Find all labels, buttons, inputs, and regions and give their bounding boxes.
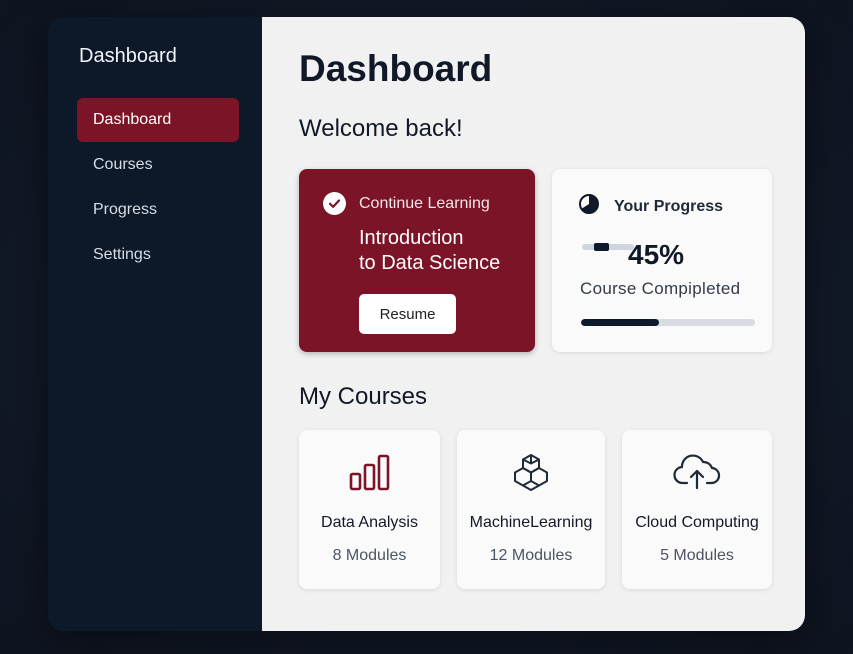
my-courses-heading: My Courses <box>299 383 428 410</box>
check-circle-icon <box>323 192 346 215</box>
progress-bar-fill <box>581 319 660 326</box>
sidebar-nav: Dashboard Courses Progress Settings <box>48 98 262 277</box>
course-card-data-analysis[interactable]: Data Analysis 8 Modules <box>299 430 440 589</box>
course-card-machine-learning[interactable]: MachineLearning 12 Modules <box>457 430 605 589</box>
progress-card: Your Progress 45% Course Compipleted <box>552 169 772 352</box>
sidebar-item-dashboard[interactable]: Dashboard <box>77 98 239 142</box>
resume-button[interactable]: Resume <box>359 294 456 334</box>
progress-subtitle: Course Compipleted <box>580 279 741 298</box>
course-modules: 12 Modules <box>489 547 573 564</box>
continue-learning-label: Continue Learning <box>359 194 490 212</box>
main-content: Dashboard Welcome back! Continue Learnin… <box>262 17 805 631</box>
mini-progress-fill <box>594 243 609 251</box>
sidebar-item-courses[interactable]: Courses <box>77 143 239 187</box>
progress-bar <box>581 319 755 326</box>
course-name: Data Analysis <box>321 514 418 531</box>
welcome-heading: Welcome back! <box>299 115 463 142</box>
cloud-upload-icon <box>672 452 722 497</box>
continue-learning-card[interactable]: Continue Learning Introduction to Data S… <box>299 169 535 352</box>
sidebar-item-settings[interactable]: Settings <box>77 233 239 277</box>
course-name: MachineLearning <box>469 514 593 531</box>
pie-icon <box>578 193 600 220</box>
sidebar-title: Dashboard <box>79 45 177 67</box>
progress-header: Your Progress <box>578 193 723 220</box>
continue-learning-header: Continue Learning <box>323 192 490 215</box>
progress-percent: 45% <box>628 239 685 270</box>
sidebar: Dashboard Dashboard Courses Progress Set… <box>48 17 262 631</box>
course-modules: 5 Modules <box>660 547 734 564</box>
course-card-cloud-computing[interactable]: Cloud Computing 5 Modules <box>622 430 772 589</box>
current-course-title-line1: Introduction <box>359 227 464 249</box>
page-title: Dashboard <box>299 48 493 89</box>
course-modules: 8 Modules <box>332 547 407 564</box>
course-name: Cloud Computing <box>635 514 759 531</box>
bar-chart-icon <box>348 452 392 497</box>
progress-label: Your Progress <box>614 197 724 215</box>
cubes-icon <box>509 452 553 501</box>
app-window: Dashboard Dashboard Courses Progress Set… <box>48 17 805 631</box>
sidebar-item-progress[interactable]: Progress <box>77 188 239 232</box>
current-course-title-line2: to Data Science <box>359 252 501 274</box>
